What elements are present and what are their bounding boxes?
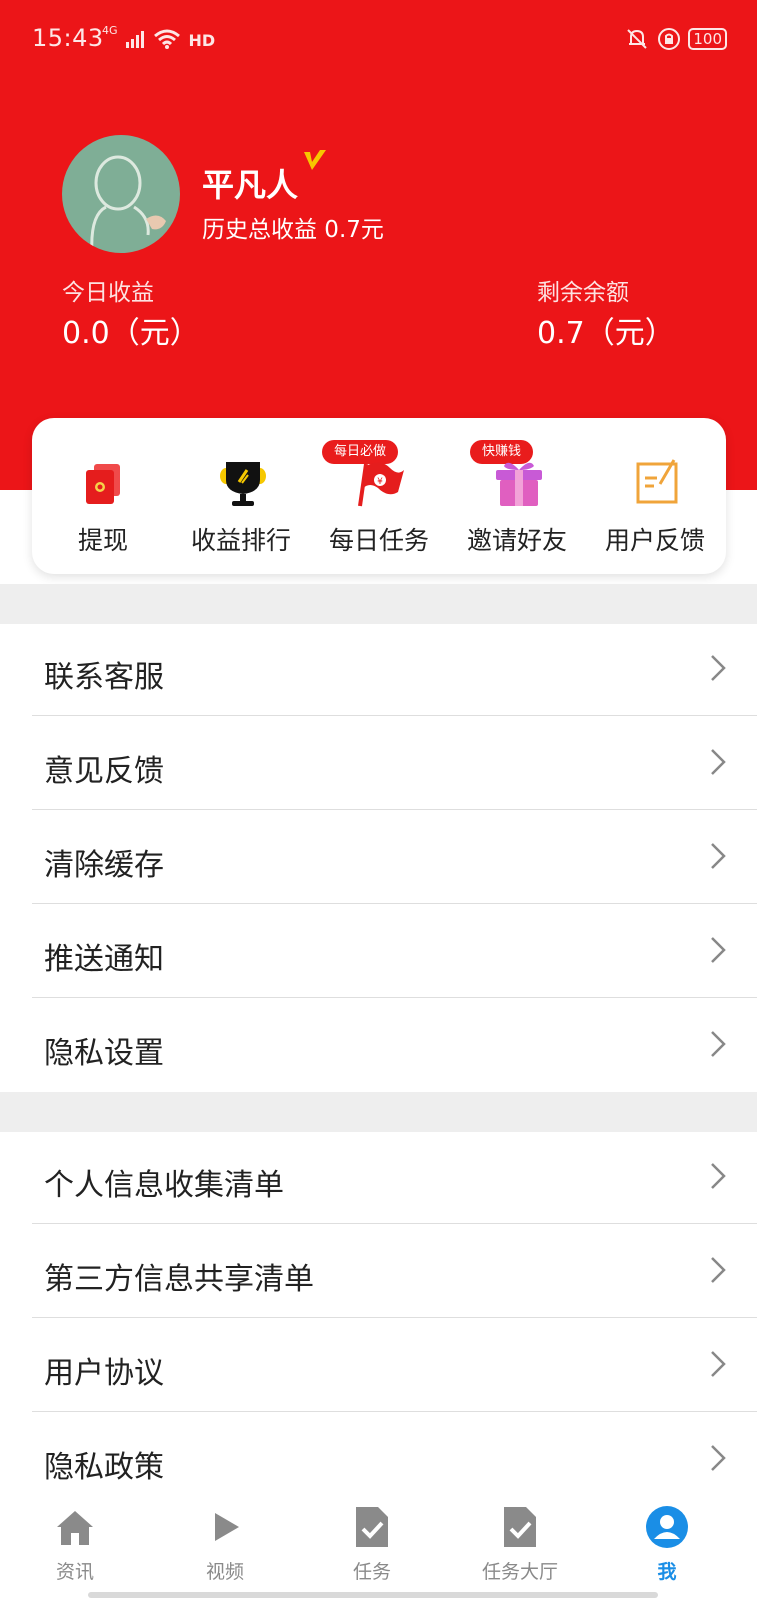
battery-indicator: 100 — [688, 28, 727, 50]
avatar-silhouette-icon — [90, 155, 166, 253]
gift-icon — [496, 462, 542, 506]
menu-divider — [32, 1223, 757, 1224]
chevron-right-icon — [711, 1163, 726, 1189]
chevron-right-icon — [711, 1031, 726, 1057]
section-gap — [0, 584, 757, 624]
action-label: 每日任务 — [328, 526, 429, 555]
total-income: 历史总收益 0.7元 — [202, 217, 384, 243]
chevron-right-icon — [711, 655, 726, 681]
nav-label: 我 — [657, 1561, 677, 1583]
gesture-bar — [88, 1592, 658, 1598]
action-label: 邀请好友 — [466, 526, 567, 555]
menu-label: 推送通知 — [44, 942, 164, 977]
vip-badge-icon — [304, 150, 326, 170]
section-gap — [0, 1092, 757, 1132]
network-label: 4G — [102, 24, 118, 37]
play-icon — [215, 1513, 239, 1541]
user-name: 平凡人 — [202, 166, 299, 204]
menu-divider — [32, 715, 757, 716]
status-right-icons: 100 — [625, 24, 727, 52]
nav-item-task[interactable]: 任务 — [297, 1495, 447, 1600]
action-withdraw[interactable]: 提现 — [34, 418, 172, 574]
menu-item-privacy-policy[interactable]: 隐私政策 — [0, 1414, 757, 1506]
svg-text:¥: ¥ — [377, 477, 383, 487]
status-time: 15:43 — [32, 24, 104, 52]
avatar[interactable] — [62, 135, 180, 253]
today-income-label: 今日收益 — [62, 280, 154, 306]
mute-bell-icon — [627, 29, 647, 49]
home-icon — [57, 1511, 93, 1545]
menu-label: 第三方信息共享清单 — [44, 1262, 314, 1297]
menu-divider — [32, 1411, 757, 1412]
menu-label: 隐私政策 — [44, 1450, 164, 1485]
menu-label: 清除缓存 — [44, 848, 164, 883]
menu-item-contact-service[interactable]: 联系客服 — [0, 624, 757, 716]
menu-label: 意见反馈 — [44, 754, 164, 789]
action-invite[interactable]: 快赚钱 邀请好友 — [448, 418, 586, 574]
chevron-right-icon — [711, 749, 726, 775]
nav-label: 视频 — [205, 1561, 244, 1583]
menu-label: 联系客服 — [44, 660, 164, 695]
menu-label: 隐私设置 — [44, 1036, 164, 1071]
nav-item-news[interactable]: 资讯 — [0, 1495, 150, 1600]
action-label: 收益排行 — [190, 526, 291, 555]
signal-icon — [126, 31, 145, 48]
menu-item-privacy-settings[interactable]: 隐私设置 — [0, 1000, 757, 1092]
menu-item-feedback[interactable]: 意见反馈 — [0, 718, 757, 810]
action-label: 用户反馈 — [604, 526, 705, 555]
action-daily-task[interactable]: 每日必做 ¥ 每日任务 — [310, 418, 448, 574]
menu-label: 个人信息收集清单 — [44, 1168, 284, 1203]
red-envelope-icon — [86, 464, 120, 504]
balance-label: 剩余余额 — [537, 280, 629, 306]
nav-item-me[interactable]: 我 — [592, 1495, 742, 1600]
task-hall-icon — [504, 1507, 536, 1547]
menu-item-user-agreement[interactable]: 用户协议 — [0, 1320, 757, 1412]
menu-divider — [32, 809, 757, 810]
nav-item-task-hall[interactable]: 任务大厅 — [445, 1495, 595, 1600]
nav-label: 资讯 — [55, 1561, 94, 1583]
nav-label: 任务 — [352, 1561, 391, 1583]
status-bar: 15:43 4G HD 100 — [0, 18, 757, 58]
chevron-right-icon — [711, 1257, 726, 1283]
chevron-right-icon — [711, 843, 726, 869]
chevron-right-icon — [711, 937, 726, 963]
nav-label: 任务大厅 — [481, 1561, 558, 1583]
menu-divider — [32, 997, 757, 998]
menu-item-personal-info-list[interactable]: 个人信息收集清单 — [0, 1132, 757, 1224]
today-income-value: 0.0（元） — [62, 316, 200, 351]
task-doc-icon — [356, 1507, 388, 1547]
menu-item-clear-cache[interactable]: 清除缓存 — [0, 812, 757, 904]
wifi-icon — [153, 29, 180, 49]
action-label: 提现 — [77, 526, 128, 555]
hd-label: HD — [188, 31, 216, 50]
trophy-icon — [220, 462, 266, 506]
rotation-lock-icon — [657, 28, 680, 50]
chevron-right-icon — [711, 1351, 726, 1377]
nav-item-video[interactable]: 视频 — [150, 1495, 300, 1600]
menu-item-third-party-sharing[interactable]: 第三方信息共享清单 — [0, 1226, 757, 1318]
action-card: 提现 收益排行 每日必做 ¥ 每日任务 快赚钱 邀请好友 用户反馈 — [32, 418, 726, 574]
chevron-right-icon — [711, 1445, 726, 1471]
bottom-nav: 资讯 视频 任务 任务大厅 我 — [0, 1495, 757, 1600]
balance-value: 0.7（元） — [537, 316, 675, 351]
status-left-icons: 4G HD — [102, 24, 215, 52]
action-feedback[interactable]: 用户反馈 — [586, 418, 724, 574]
menu-label: 用户协议 — [44, 1356, 164, 1391]
menu-divider — [32, 903, 757, 904]
user-icon — [646, 1506, 688, 1548]
menu-item-push-notification[interactable]: 推送通知 — [0, 906, 757, 998]
flag-icon: ¥ — [358, 462, 404, 507]
action-ranking[interactable]: 收益排行 — [172, 418, 310, 574]
edit-note-icon — [636, 459, 678, 504]
menu-divider — [32, 1317, 757, 1318]
